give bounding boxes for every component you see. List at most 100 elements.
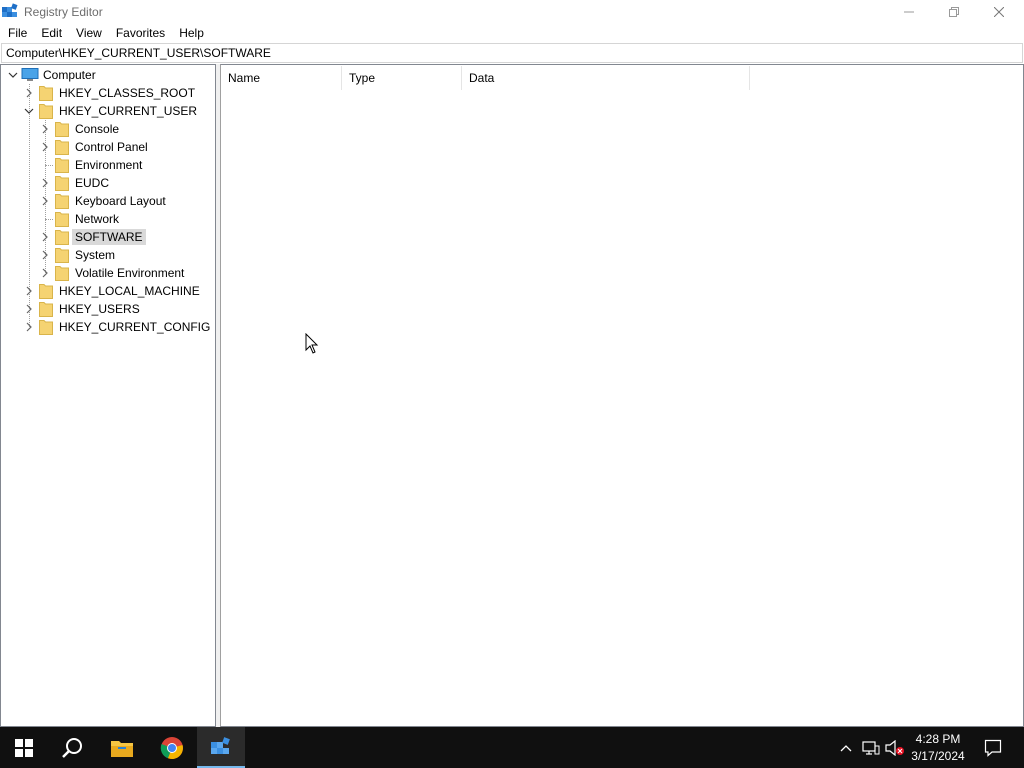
- chevron-right-icon[interactable]: [39, 267, 51, 279]
- tree-label: HKEY_LOCAL_MACHINE: [59, 284, 200, 298]
- minimize-icon: [904, 11, 914, 13]
- tree-node-network[interactable]: Network: [1, 210, 215, 228]
- chevron-right-icon[interactable]: [39, 249, 51, 261]
- tree-node-console[interactable]: Console: [1, 120, 215, 138]
- folder-icon: [55, 176, 69, 191]
- folder-icon: [39, 284, 53, 299]
- column-header-data[interactable]: Data: [462, 66, 750, 90]
- tree-node-volatile-environment[interactable]: Volatile Environment: [1, 264, 215, 282]
- tree-label: Control Panel: [75, 140, 148, 154]
- tree-node-environment[interactable]: Environment: [1, 156, 215, 174]
- tree-label: Network: [75, 212, 120, 226]
- menu-help[interactable]: Help: [172, 25, 211, 42]
- folder-icon: [55, 158, 69, 173]
- chevron-right-icon[interactable]: [39, 141, 51, 153]
- tree-node-hkey-users[interactable]: HKEY_USERS: [1, 300, 215, 318]
- menu-view[interactable]: View: [69, 25, 109, 42]
- tree-node-hkey-local-machine[interactable]: HKEY_LOCAL_MACHINE: [1, 282, 215, 300]
- restore-icon: [949, 7, 959, 17]
- tree-node-hkey-current-config[interactable]: HKEY_CURRENT_CONFIG: [1, 318, 215, 336]
- tree-node-software[interactable]: SOFTWARE: [1, 228, 215, 246]
- tree-label-selected: SOFTWARE: [72, 229, 146, 245]
- file-explorer-icon: [111, 740, 133, 757]
- folder-icon: [55, 122, 69, 137]
- network-icon: [862, 740, 880, 755]
- tree-node-hkey-classes-root[interactable]: HKEY_CLASSES_ROOT: [1, 84, 215, 102]
- computer-icon: [21, 68, 39, 81]
- tree-label: Keyboard Layout: [75, 194, 166, 208]
- tree-label: Environment: [75, 158, 143, 172]
- minimize-button[interactable]: [886, 0, 932, 24]
- chevron-right-icon[interactable]: [23, 285, 35, 297]
- tree-node-eudc[interactable]: EUDC: [1, 174, 215, 192]
- column-header-type[interactable]: Type: [342, 66, 462, 90]
- tree-label: HKEY_CLASSES_ROOT: [59, 86, 196, 100]
- volume-tray-button[interactable]: [884, 727, 906, 768]
- close-button[interactable]: [976, 0, 1022, 24]
- chevron-right-icon[interactable]: [23, 87, 35, 99]
- folder-icon: [55, 248, 69, 263]
- registry-editor-taskbar-button[interactable]: [197, 727, 245, 768]
- network-tray-button[interactable]: [860, 727, 882, 768]
- tree-label: System: [75, 248, 116, 262]
- chevron-right-icon[interactable]: [39, 231, 51, 243]
- registry-editor-icon: [211, 736, 230, 754]
- chevron-down-icon[interactable]: [23, 105, 35, 117]
- notification-icon: [984, 739, 1002, 757]
- screen: { "window": { "title": "Registry Editor"…: [0, 0, 1024, 768]
- chevron-right-icon[interactable]: [23, 303, 35, 315]
- window-title: Registry Editor: [24, 5, 103, 19]
- tree-node-hkey-current-user[interactable]: HKEY_CURRENT_USER: [1, 102, 215, 120]
- tree-node-control-panel[interactable]: Control Panel: [1, 138, 215, 156]
- volume-muted-icon: [885, 739, 904, 756]
- clock-date: 3/17/2024: [911, 749, 965, 763]
- tree-node-system[interactable]: System: [1, 246, 215, 264]
- clock-time: 4:28 PM: [915, 732, 961, 746]
- tree-label: EUDC: [75, 176, 110, 190]
- tree-label: HKEY_CURRENT_CONFIG: [59, 320, 211, 334]
- chevron-right-icon[interactable]: [39, 123, 51, 135]
- folder-icon: [55, 230, 69, 245]
- folder-icon: [55, 140, 69, 155]
- mouse-cursor-icon: [305, 333, 319, 354]
- chevron-right-icon[interactable]: [39, 195, 51, 207]
- close-icon: [994, 7, 1004, 17]
- start-button[interactable]: [0, 727, 48, 768]
- restore-button[interactable]: [931, 0, 977, 24]
- tree-node-computer[interactable]: Computer: [1, 66, 215, 84]
- title-bar: Registry Editor: [0, 0, 1024, 24]
- menu-bar: File Edit View Favorites Help: [0, 24, 1024, 43]
- tree-label: Computer: [43, 68, 96, 82]
- registry-editor-app-icon: [2, 3, 18, 17]
- action-center-button[interactable]: [978, 727, 1008, 768]
- taskbar: 4:28 PM 3/17/2024: [0, 727, 1024, 768]
- file-explorer-button[interactable]: [98, 727, 146, 768]
- chrome-icon: [160, 736, 183, 759]
- registry-tree[interactable]: Computer HKEY_CLASSES_ROOT HKEY_CURRENT_…: [0, 64, 216, 727]
- folder-icon: [39, 86, 53, 101]
- menu-edit[interactable]: Edit: [34, 25, 69, 42]
- search-button[interactable]: [48, 727, 96, 768]
- tree-label: Console: [75, 122, 120, 136]
- menu-favorites[interactable]: Favorites: [109, 25, 172, 42]
- folder-icon: [55, 266, 69, 281]
- column-header-name[interactable]: Name: [221, 66, 342, 90]
- folder-icon: [39, 320, 53, 335]
- tree-label: HKEY_USERS: [59, 302, 140, 316]
- tree-label: Volatile Environment: [75, 266, 185, 280]
- folder-icon: [55, 194, 69, 209]
- tree-node-keyboard-layout[interactable]: Keyboard Layout: [1, 192, 215, 210]
- chevron-right-icon[interactable]: [23, 321, 35, 333]
- address-bar[interactable]: Computer\HKEY_CURRENT_USER\SOFTWARE: [1, 43, 1023, 63]
- chrome-button[interactable]: [148, 727, 196, 768]
- chevron-right-icon[interactable]: [39, 177, 51, 189]
- menu-file[interactable]: File: [1, 25, 34, 42]
- chevron-up-icon: [840, 744, 852, 751]
- values-list[interactable]: Name Type Data: [220, 64, 1024, 727]
- taskbar-clock[interactable]: 4:28 PM 3/17/2024: [905, 731, 971, 765]
- show-hidden-icons-button[interactable]: [836, 727, 856, 768]
- search-icon: [62, 737, 82, 758]
- folder-open-icon: [39, 104, 53, 119]
- folder-icon: [55, 212, 69, 227]
- chevron-down-icon[interactable]: [7, 69, 19, 81]
